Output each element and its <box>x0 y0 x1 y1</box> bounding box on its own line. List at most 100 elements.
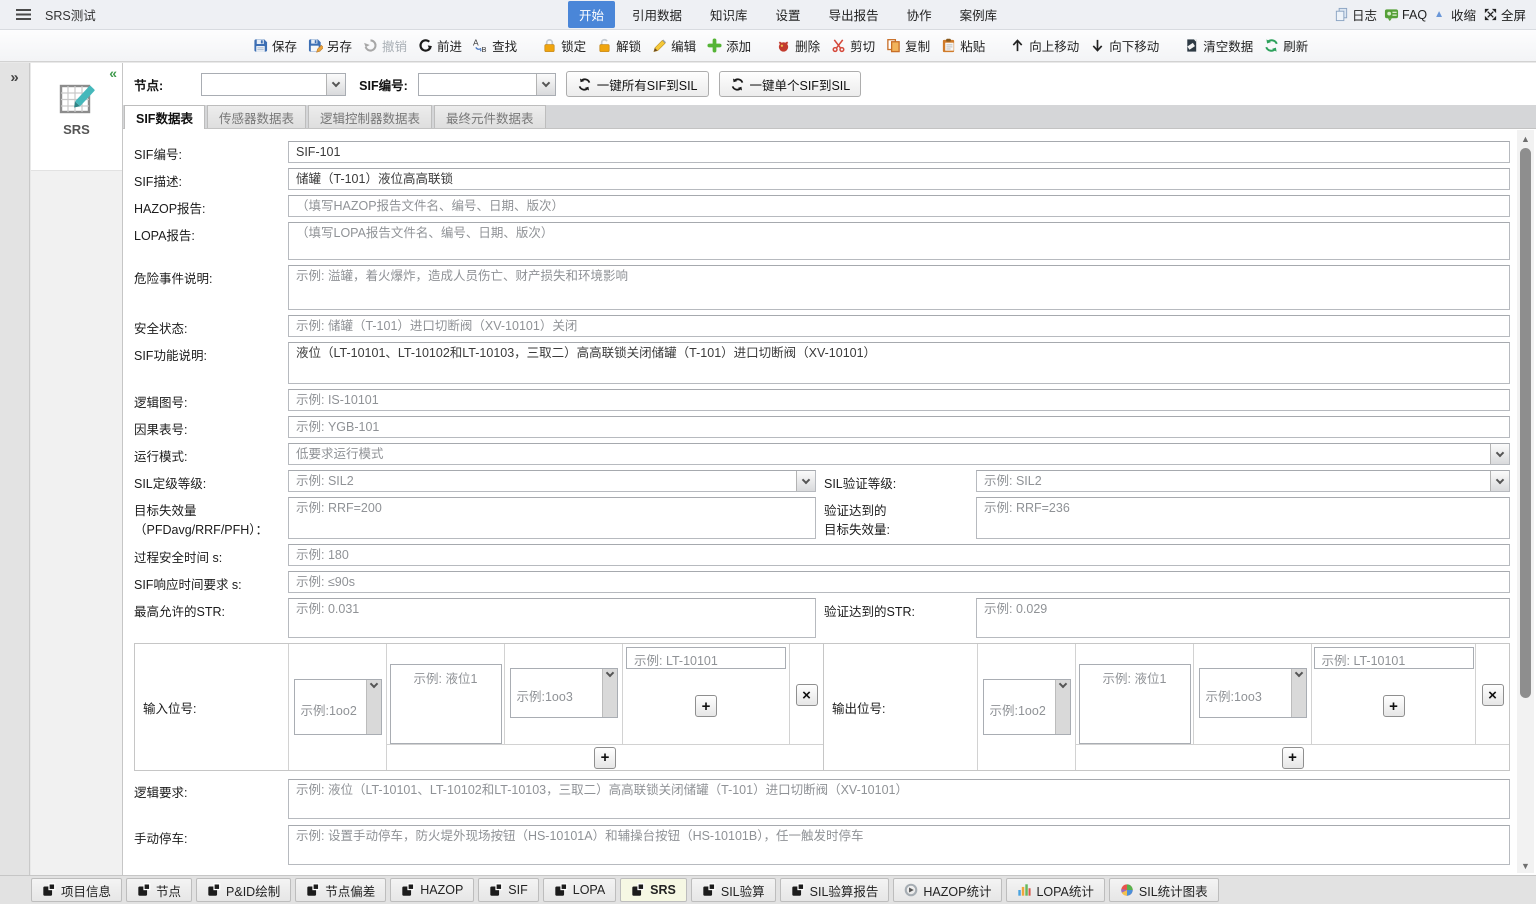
chevron-down-icon[interactable] <box>1490 471 1509 491</box>
tab-sil-statistics-chart[interactable]: SIL统计图表 <box>1109 878 1219 902</box>
tab-node-deviation[interactable]: 节点偏差 <box>295 878 386 902</box>
add-output-group-button[interactable]: + <box>1282 747 1304 769</box>
tab-sif[interactable]: SIF <box>478 878 538 902</box>
tab-node[interactable]: 节点 <box>126 878 192 902</box>
tab-sif-data[interactable]: SIF数据表 <box>124 105 205 129</box>
tab-srs[interactable]: SRS <box>620 878 687 902</box>
hazard-event-textarea[interactable]: 示例: 溢罐，着火爆炸，造成人员伤亡、财产损失和环境影响 <box>288 265 1510 310</box>
chevron-down-icon[interactable] <box>1291 669 1306 717</box>
expand-panel-icon[interactable]: » <box>10 69 18 86</box>
safe-state-input[interactable]: 示例: 储罐（T-101）进口切断阀（XV-10101）关闭 <box>288 315 1510 337</box>
tab-sensor-data[interactable]: 传感器数据表 <box>207 105 306 128</box>
process-safety-time-input[interactable]: 示例: 180 <box>288 544 1510 566</box>
refresh-button[interactable]: 刷新 <box>1264 36 1308 55</box>
hamburger-menu-icon[interactable] <box>16 9 31 20</box>
collapse-sidebar-icon[interactable]: « <box>109 65 117 81</box>
delete-button[interactable]: 删除 <box>776 36 820 55</box>
sif-function-textarea[interactable]: 液位（LT-10101、LT-10102和LT-10103，三取二）高高联锁关闭… <box>288 342 1510 384</box>
target-failure-textarea[interactable]: 示例: RRF=200 <box>288 497 816 539</box>
remove-input-group-button[interactable]: × <box>796 684 818 706</box>
menu-item-settings[interactable]: 设置 <box>765 1 812 28</box>
sif-response-time-input[interactable]: 示例: ≤90s <box>288 571 1510 593</box>
menu-item-case-library[interactable]: 案例库 <box>949 1 1009 28</box>
chevron-down-icon[interactable] <box>1490 444 1509 464</box>
move-up-button[interactable]: 向上移动 <box>1010 36 1079 55</box>
paste-button[interactable]: 粘贴 <box>941 36 985 55</box>
edit-button[interactable]: 编辑 <box>652 36 696 55</box>
logic-requirement-textarea[interactable]: 示例: 液位（LT-10101、LT-10102和LT-10103，三取二）高高… <box>288 779 1510 819</box>
all-sif-to-sil-button[interactable]: 一键所有SIF到SIL <box>566 71 709 97</box>
faq-button[interactable]: FAQ <box>1384 7 1427 22</box>
input-voting-inner-select[interactable]: 示例:1oo3 <box>510 668 618 718</box>
vertical-scrollbar[interactable]: ▲ ▼ <box>1517 130 1534 873</box>
menu-item-knowledge-base[interactable]: 知识库 <box>699 1 759 28</box>
output-voting-outer-select[interactable]: 示例:1oo2 <box>983 679 1071 735</box>
sif-no-input[interactable]: SIF-101 <box>288 141 1510 163</box>
menu-item-export-report[interactable]: 导出报告 <box>818 1 890 28</box>
log-button[interactable]: 日志 <box>1334 5 1377 24</box>
sif-number-select[interactable] <box>418 73 556 96</box>
tab-hazop-statistics[interactable]: HAZOP统计 <box>893 878 1002 902</box>
chevron-down-icon[interactable] <box>366 680 381 734</box>
undo-button[interactable]: 撤销 <box>363 36 407 55</box>
tab-lopa-statistics[interactable]: LOPA统计 <box>1006 878 1104 902</box>
lock-button[interactable]: 锁定 <box>542 36 586 55</box>
input-desc-textarea[interactable]: 示例: 液位1 <box>390 664 502 744</box>
output-desc-textarea[interactable]: 示例: 液位1 <box>1079 664 1191 744</box>
menu-item-start[interactable]: 开始 <box>568 1 615 28</box>
input-tag-input[interactable]: 示例: LT-10101 <box>626 647 786 669</box>
save-as-button[interactable]: 另存 <box>308 36 352 55</box>
sidebar-item-srs[interactable]: SRS <box>58 83 96 137</box>
find-button[interactable]: AB 查找 <box>473 36 517 55</box>
max-str-textarea[interactable]: 示例: 0.031 <box>288 598 816 638</box>
tab-pid-drawing[interactable]: P&ID绘制 <box>196 878 291 902</box>
shrink-button[interactable]: 收缩 <box>1451 5 1476 24</box>
tab-lopa[interactable]: LOPA <box>543 878 616 902</box>
sil-target-select[interactable]: 示例: SIL2 <box>288 470 816 492</box>
node-select[interactable] <box>201 73 346 96</box>
verified-str-textarea[interactable]: 示例: 0.029 <box>976 598 1510 638</box>
chevron-down-icon[interactable] <box>796 471 815 491</box>
menu-item-collaboration[interactable]: 协作 <box>896 1 943 28</box>
logic-diagram-input[interactable]: 示例: IS-10101 <box>288 389 1510 411</box>
add-button[interactable]: 添加 <box>707 36 751 55</box>
op-mode-select[interactable]: 低要求运行模式 <box>288 443 1510 465</box>
chevron-down-icon[interactable] <box>602 669 617 717</box>
chevron-down-icon[interactable] <box>1055 680 1070 734</box>
collapse-header-icon[interactable]: ▲ <box>1434 9 1444 20</box>
tab-final-element-data[interactable]: 最终元件数据表 <box>434 105 546 128</box>
sil-verified-select[interactable]: 示例: SIL2 <box>976 470 1510 492</box>
fullscreen-button[interactable]: 全屏 <box>1483 5 1526 24</box>
forward-button[interactable]: 前进 <box>418 36 462 55</box>
hazop-report-input[interactable]: （填写HAZOP报告文件名、编号、日期、版次） <box>288 195 1510 217</box>
cut-button[interactable]: 剪切 <box>831 36 875 55</box>
chevron-down-icon[interactable] <box>536 74 555 95</box>
copy-button[interactable]: 复制 <box>886 36 930 55</box>
menu-item-reference-data[interactable]: 引用数据 <box>621 1 693 28</box>
sif-desc-input[interactable]: 储罐（T-101）液位高高联锁 <box>288 168 1510 190</box>
output-voting-inner-select[interactable]: 示例:1oo3 <box>1199 668 1307 718</box>
tab-sil-calculation[interactable]: SIL验算 <box>691 878 776 902</box>
input-voting-outer-select[interactable]: 示例:1oo2 <box>294 679 382 735</box>
output-tag-input[interactable]: 示例: LT-10101 <box>1314 647 1474 669</box>
left-collapse-strip[interactable]: » <box>0 63 30 875</box>
add-output-tag-button[interactable]: + <box>1383 695 1405 717</box>
unlock-button[interactable]: 解锁 <box>597 36 641 55</box>
tab-hazop[interactable]: HAZOP <box>390 878 474 902</box>
remove-output-group-button[interactable]: × <box>1482 684 1504 706</box>
single-sif-to-sil-button[interactable]: 一键单个SIF到SIL <box>719 71 862 97</box>
tab-project-info[interactable]: 项目信息 <box>31 878 122 902</box>
scrollbar-thumb[interactable] <box>1520 148 1531 698</box>
clear-data-button[interactable]: 清空数据 <box>1184 36 1253 55</box>
save-button[interactable]: 保存 <box>253 36 297 55</box>
lopa-report-textarea[interactable]: （填写LOPA报告文件名、编号、日期、版次） <box>288 222 1510 260</box>
add-input-group-button[interactable]: + <box>594 747 616 769</box>
tab-sil-calculation-report[interactable]: SIL验算报告 <box>780 878 890 902</box>
scroll-down-icon[interactable]: ▼ <box>1517 859 1534 873</box>
move-down-button[interactable]: 向下移动 <box>1090 36 1159 55</box>
verified-failure-textarea[interactable]: 示例: RRF=236 <box>976 497 1510 539</box>
cause-effect-input[interactable]: 示例: YGB-101 <box>288 416 1510 438</box>
add-input-tag-button[interactable]: + <box>695 695 717 717</box>
manual-stop-textarea[interactable]: 示例: 设置手动停车，防火堤外现场按钮（HS-10101A）和辅操台按钮（HS-… <box>288 825 1510 865</box>
tab-logic-controller-data[interactable]: 逻辑控制器数据表 <box>308 105 432 128</box>
